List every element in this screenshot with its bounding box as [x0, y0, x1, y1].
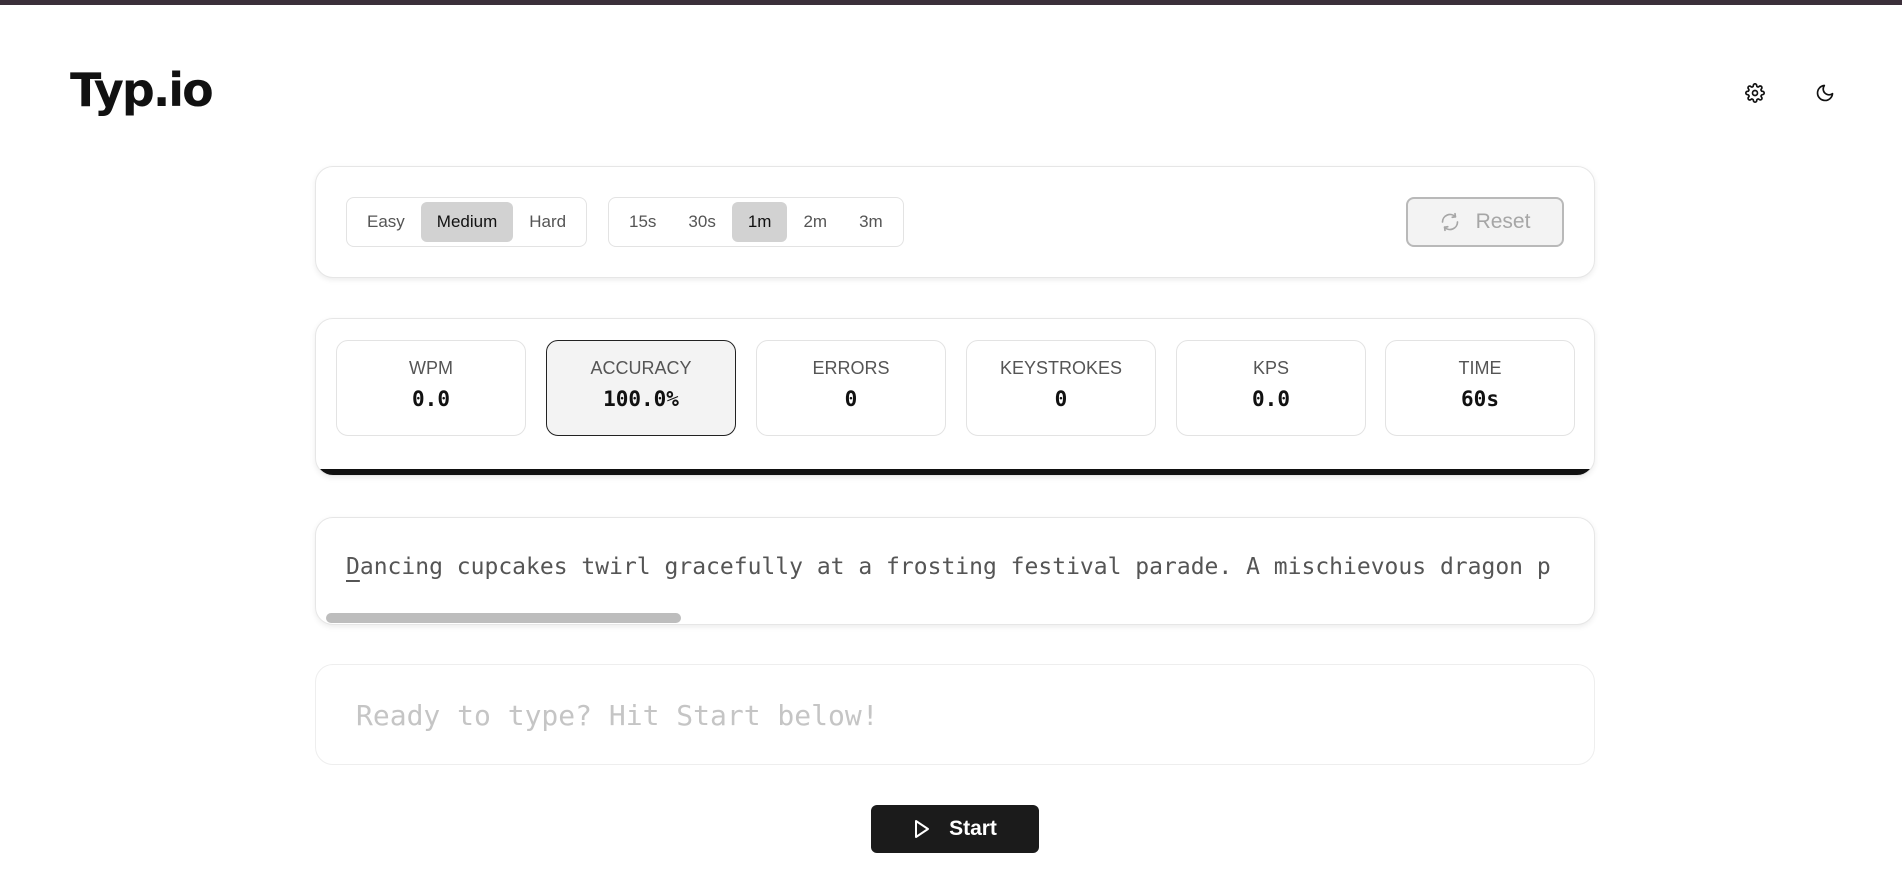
- stat-kps: KPS 0.0: [1176, 340, 1366, 436]
- controls-panel: Easy Medium Hard 15s 30s 1m 2m 3m Reset: [315, 166, 1595, 278]
- stat-accuracy: ACCURACY 100.0%: [546, 340, 736, 436]
- duration-15s[interactable]: 15s: [613, 202, 672, 242]
- progress-bar: [316, 469, 1594, 475]
- stat-label: ACCURACY: [590, 358, 692, 378]
- start-button[interactable]: Start: [871, 805, 1039, 853]
- header: Typ.io: [0, 5, 1902, 145]
- stat-keystrokes: KEYSTROKES 0: [966, 340, 1156, 436]
- passage-text: Dancing cupcakes twirl gracefully at a f…: [346, 554, 1551, 580]
- duration-selector: 15s 30s 1m 2m 3m: [608, 197, 904, 247]
- duration-30s[interactable]: 30s: [672, 202, 731, 242]
- play-icon: [915, 820, 930, 838]
- current-character: D: [346, 554, 360, 580]
- stats-panel: WPM 0.0 ACCURACY 100.0% ERRORS 0 KEYSTRO…: [315, 318, 1595, 476]
- stat-label: ERRORS: [812, 358, 890, 378]
- gear-icon: [1745, 83, 1765, 103]
- typing-input[interactable]: [356, 693, 1556, 737]
- stat-value: 0.0: [412, 387, 450, 411]
- app-logo[interactable]: Typ.io: [70, 67, 214, 113]
- stat-errors: ERRORS 0: [756, 340, 946, 436]
- duration-1m[interactable]: 1m: [731, 202, 788, 242]
- typing-panel: [315, 664, 1595, 765]
- passage-remaining-text: ancing cupcakes twirl gracefully at a fr…: [359, 554, 1551, 580]
- stat-value: 0: [844, 387, 858, 411]
- duration-2m[interactable]: 2m: [787, 202, 843, 242]
- stat-label: TIME: [1458, 358, 1502, 378]
- passage-panel: Dancing cupcakes twirl gracefully at a f…: [315, 517, 1595, 625]
- difficulty-medium[interactable]: Medium: [420, 202, 514, 242]
- reset-button[interactable]: Reset: [1406, 197, 1564, 247]
- stat-wpm: WPM 0.0: [336, 340, 526, 436]
- stat-label: KEYSTROKES: [999, 358, 1123, 378]
- difficulty-hard[interactable]: Hard: [513, 202, 582, 242]
- refresh-icon: [1441, 212, 1458, 232]
- difficulty-easy[interactable]: Easy: [351, 202, 421, 242]
- stat-value: 60s: [1461, 387, 1499, 411]
- stat-time: TIME 60s: [1385, 340, 1575, 436]
- start-label: Start: [949, 817, 997, 840]
- duration-3m[interactable]: 3m: [843, 202, 899, 242]
- reset-label: Reset: [1475, 210, 1531, 233]
- stat-value: 0: [1054, 387, 1068, 411]
- moon-icon: [1816, 84, 1834, 102]
- stat-value: 0.0: [1252, 387, 1290, 411]
- horizontal-scrollbar[interactable]: [326, 613, 681, 623]
- difficulty-selector: Easy Medium Hard: [346, 197, 588, 247]
- theme-toggle-button[interactable]: [1810, 78, 1840, 108]
- stat-label: WPM: [409, 358, 453, 378]
- stat-value: 100.0%: [603, 387, 679, 411]
- settings-button[interactable]: [1740, 78, 1770, 108]
- stat-label: KPS: [1252, 358, 1290, 378]
